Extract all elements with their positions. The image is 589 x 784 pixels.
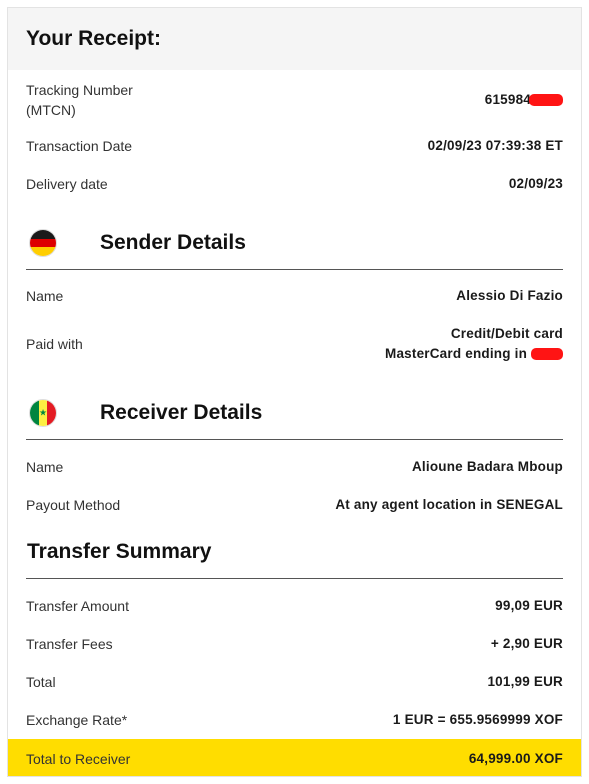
- sender-name-row: Name Alessio Di Fazio: [26, 286, 563, 306]
- total-to-receiver-bar: Total to Receiver 64,999.00 XOF: [8, 739, 581, 776]
- transfer-summary-header: Transfer Summary: [26, 530, 563, 579]
- transfer-fees-row: Transfer Fees + 2,90 EUR: [26, 634, 563, 654]
- receiver-details-title: Receiver Details: [100, 401, 263, 424]
- tracking-number-label: Tracking Number (MTCN): [26, 82, 133, 118]
- delivery-date-row: Delivery date 02/09/23: [26, 174, 563, 194]
- transaction-date-value: 02/09/23 07:39:38 ET: [427, 138, 563, 153]
- redaction-mark: [531, 348, 563, 361]
- redaction-mark: [529, 94, 563, 107]
- receipt-title: Your Receipt:: [26, 27, 161, 50]
- germany-flag-icon: [29, 229, 57, 257]
- paid-with-row: Paid with Credit/Debit card MasterCard e…: [26, 324, 563, 364]
- exchange-rate-label: Exchange Rate*: [26, 712, 128, 728]
- exchange-rate-value: 1 EUR = 655.9569999 XOF: [392, 712, 563, 727]
- transaction-date-row: Transaction Date 02/09/23 07:39:38 ET: [26, 136, 563, 156]
- total-to-receiver-value: 64,999.00 XOF: [468, 750, 563, 766]
- tracking-number-value[interactable]: 615984: [485, 90, 563, 110]
- paid-with-value: Credit/Debit card MasterCard ending in: [385, 326, 563, 361]
- total-label: Total: [26, 674, 56, 690]
- transfer-amount-label: Transfer Amount: [26, 598, 129, 614]
- transfer-fees-label: Transfer Fees: [26, 636, 113, 652]
- receipt-card: Your Receipt: Tracking Number (MTCN) 615…: [7, 7, 582, 777]
- sender-section-header: Sender Details: [26, 221, 563, 270]
- receipt-header: Your Receipt:: [8, 8, 581, 70]
- payout-method-label: Payout Method: [26, 497, 121, 513]
- delivery-date-label: Delivery date: [26, 176, 108, 192]
- transfer-amount-value: 99,09 EUR: [495, 598, 563, 613]
- transfer-summary-title: Transfer Summary: [27, 540, 212, 563]
- receiver-section-header: ★ Receiver Details: [26, 391, 563, 440]
- delivery-date-value: 02/09/23: [508, 176, 563, 191]
- receiver-name-value: Alioune Badara Mboup: [411, 459, 563, 474]
- sender-details-title: Sender Details: [100, 231, 246, 254]
- transfer-amount-row: Transfer Amount 99,09 EUR: [26, 596, 563, 616]
- transfer-fees-value: + 2,90 EUR: [490, 636, 563, 651]
- transaction-date-label: Transaction Date: [26, 138, 133, 154]
- total-value: 101,99 EUR: [487, 674, 563, 689]
- total-to-receiver-label: Total to Receiver: [26, 750, 131, 767]
- payout-method-row: Payout Method At any agent location in S…: [26, 495, 563, 515]
- sender-name-label: Name: [26, 288, 64, 304]
- paid-with-label: Paid with: [26, 336, 83, 352]
- payout-method-value: At any agent location in SENEGAL: [335, 497, 563, 512]
- receiver-name-row: Name Alioune Badara Mboup: [26, 457, 563, 477]
- senegal-flag-icon: ★: [29, 399, 57, 427]
- sender-name-value: Alessio Di Fazio: [456, 288, 563, 303]
- exchange-rate-row: Exchange Rate* 1 EUR = 655.9569999 XOF: [26, 710, 563, 730]
- receiver-name-label: Name: [26, 459, 64, 475]
- tracking-number-row: Tracking Number (MTCN) 615984: [26, 80, 563, 120]
- total-row: Total 101,99 EUR: [26, 672, 563, 692]
